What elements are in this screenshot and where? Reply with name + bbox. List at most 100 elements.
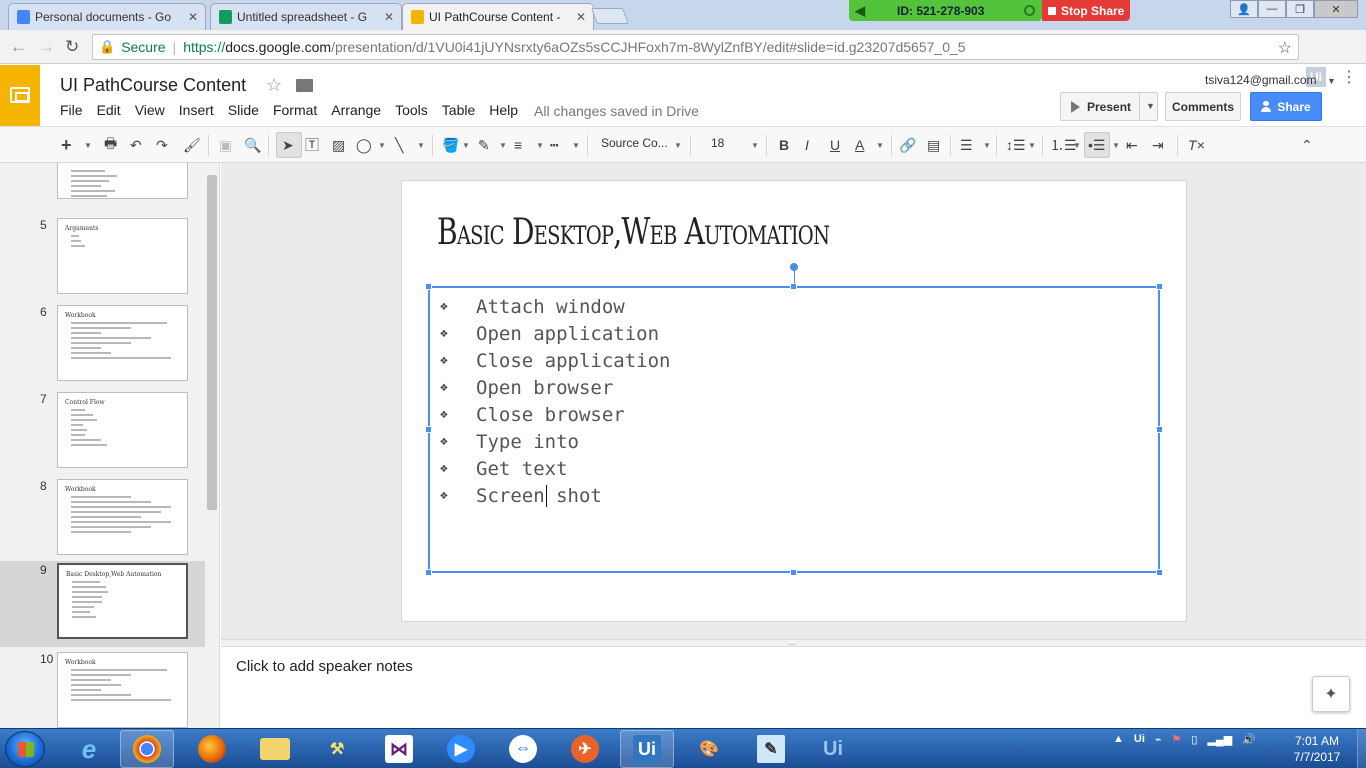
chrome-icon[interactable]	[120, 730, 174, 768]
teamviewer-icon[interactable]: ⇔	[496, 730, 550, 768]
save-status[interactable]: All changes saved in Drive	[534, 103, 699, 119]
resize-handle-bottom-left[interactable]	[425, 569, 432, 576]
firefox-icon[interactable]	[185, 730, 239, 768]
show-desktop-button[interactable]	[1357, 729, 1366, 768]
slide-thumbnail-4[interactable]	[0, 163, 205, 207]
increase-indent-icon[interactable]: ⇥	[1152, 136, 1164, 154]
uipath-studio-icon[interactable]: Ui	[620, 730, 674, 768]
clear-formatting-icon[interactable]: T×	[1188, 136, 1205, 154]
line-icon[interactable]: ╲	[395, 136, 403, 154]
menu-tools[interactable]: Tools	[395, 102, 428, 118]
chevron-down-icon[interactable]: ▼	[84, 136, 92, 154]
border-weight-icon[interactable]: ≡	[514, 136, 522, 154]
redo-icon[interactable]: ↷	[156, 136, 168, 154]
url-input[interactable]: 🔒 Secure | https:// docs.google.com /pre…	[92, 34, 1299, 60]
uipath-robot-icon[interactable]: Ui	[806, 730, 860, 768]
account-email[interactable]: tsiva124@gmail.com	[1205, 73, 1317, 87]
slide-preview[interactable]: Workbook	[57, 479, 188, 555]
notepad-icon[interactable]: ✎	[744, 730, 798, 768]
menu-file[interactable]: File	[60, 102, 83, 118]
menu-table[interactable]: Table	[442, 102, 475, 118]
list-item[interactable]: ❖ Close browser	[440, 401, 670, 428]
chevron-down-icon[interactable]: ▼	[876, 136, 884, 154]
slide-preview[interactable]: Control Flow	[57, 392, 188, 468]
fill-color-icon[interactable]: 🪣	[442, 136, 459, 154]
profile-button[interactable]: 👤	[1230, 0, 1258, 18]
comments-button[interactable]: Comments	[1165, 92, 1241, 121]
chevron-down-icon[interactable]: ▼	[983, 136, 991, 154]
resize-handle-bottom-right[interactable]	[1156, 569, 1163, 576]
slide-preview[interactable]: Workbook	[57, 652, 188, 728]
drag-handle-icon[interactable]: ⋯	[788, 640, 796, 649]
share-button[interactable]: Share	[1250, 92, 1322, 121]
slide-preview[interactable]: Arguments	[57, 218, 188, 294]
image-placeholder-icon[interactable]: ▣	[219, 136, 232, 154]
resize-handle-top-left[interactable]	[425, 283, 432, 290]
chevron-down-icon[interactable]: ▼	[1327, 76, 1336, 86]
internet-explorer-icon[interactable]: e	[62, 730, 116, 768]
visual-studio-icon[interactable]: ⋈	[372, 730, 426, 768]
border-dash-icon[interactable]: ┅	[550, 136, 558, 154]
rocket-app-icon[interactable]: ✈	[558, 730, 612, 768]
list-item[interactable]: ❖ Screen shot	[440, 482, 670, 509]
menu-slide[interactable]: Slide	[228, 102, 259, 118]
paint-format-icon[interactable]: 🖌	[183, 136, 201, 154]
list-item[interactable]: ❖ Type into	[440, 428, 670, 455]
close-icon[interactable]: ✕	[384, 10, 394, 24]
zoom-icon[interactable]: 🔍	[244, 136, 261, 154]
chevron-down-icon[interactable]: ▼	[1028, 136, 1036, 154]
file-explorer-icon[interactable]	[248, 730, 302, 768]
resize-handle-left[interactable]	[425, 426, 432, 433]
explore-button[interactable]: ✦	[1312, 676, 1350, 712]
comment-icon[interactable]: ▤	[927, 136, 940, 154]
border-color-icon[interactable]: ✎	[478, 136, 490, 154]
tools-icon[interactable]: ⚒	[310, 730, 364, 768]
browser-tab-pathcourse-content[interactable]: UI PathCourse Content - ✕	[402, 3, 594, 30]
list-item[interactable]: ❖ Open browser	[440, 374, 670, 401]
resize-handle-right[interactable]	[1156, 426, 1163, 433]
show-hidden-icons-icon[interactable]: ▲	[1113, 733, 1124, 746]
bulleted-list-icon[interactable]: •☰	[1088, 136, 1105, 154]
menu-help[interactable]: Help	[489, 102, 518, 118]
filmstrip-scrollbar[interactable]	[207, 175, 217, 510]
chevron-down-icon[interactable]: ▼	[572, 136, 580, 154]
paint-icon[interactable]: 🎨	[682, 730, 736, 768]
folder-icon[interactable]	[296, 79, 313, 92]
resize-handle-top[interactable]	[790, 283, 797, 290]
list-item[interactable]: ❖ Get text	[440, 455, 670, 482]
chevron-down-icon[interactable]: ▼	[499, 136, 507, 154]
resize-handle-bottom[interactable]	[790, 569, 797, 576]
list-item[interactable]: ❖ Close application	[440, 347, 670, 374]
zoom-app-icon[interactable]: ▶	[434, 730, 488, 768]
image-icon[interactable]: ▨	[332, 136, 345, 154]
window-close-button[interactable]: ✕	[1314, 0, 1358, 18]
font-family-select[interactable]: Source Co...	[601, 136, 668, 150]
chevron-down-icon[interactable]: ▼	[462, 136, 470, 154]
menu-edit[interactable]: Edit	[97, 102, 121, 118]
text-color-icon[interactable]: A	[855, 136, 864, 154]
link-icon[interactable]: 🔗	[899, 136, 916, 154]
new-slide-icon[interactable]: +	[61, 135, 72, 155]
italic-icon[interactable]: I	[805, 136, 809, 154]
chevron-down-icon[interactable]: ▼	[378, 136, 386, 154]
resize-handle-top-right[interactable]	[1156, 283, 1163, 290]
slide-thumbnail-7[interactable]: 7 Control Flow	[0, 390, 205, 476]
menu-insert[interactable]: Insert	[179, 102, 214, 118]
list-item[interactable]: ❖ Open application	[440, 320, 670, 347]
menu-format[interactable]: Format	[273, 102, 317, 118]
star-icon[interactable]: ☆	[266, 75, 282, 96]
collapse-toolbar-icon[interactable]: ⌃	[1301, 136, 1313, 154]
bullet-list[interactable]: ❖ Attach window ❖ Open application ❖ Close …	[440, 293, 670, 509]
speaker-notes-field[interactable]: Click to add speaker notes	[236, 658, 413, 675]
slide-thumbnail-9[interactable]: 9 Basic Desktop,Web Automation	[0, 561, 205, 647]
usb-icon[interactable]: ⌁	[1155, 733, 1162, 746]
print-icon[interactable]: 🖶	[104, 135, 117, 154]
bookmark-star-icon[interactable]: ☆	[1278, 38, 1292, 58]
restore-button[interactable]: ❐	[1286, 0, 1314, 18]
rotate-handle[interactable]	[790, 263, 798, 271]
slides-logo-icon[interactable]	[0, 65, 40, 126]
slide-thumbnail-5[interactable]: 5 Arguments	[0, 216, 205, 302]
select-cursor-icon[interactable]: ➤	[282, 136, 294, 154]
slide-thumbnail-10[interactable]: 10 Workbook	[0, 650, 205, 728]
action-center-icon[interactable]: ⚑	[1172, 733, 1182, 746]
